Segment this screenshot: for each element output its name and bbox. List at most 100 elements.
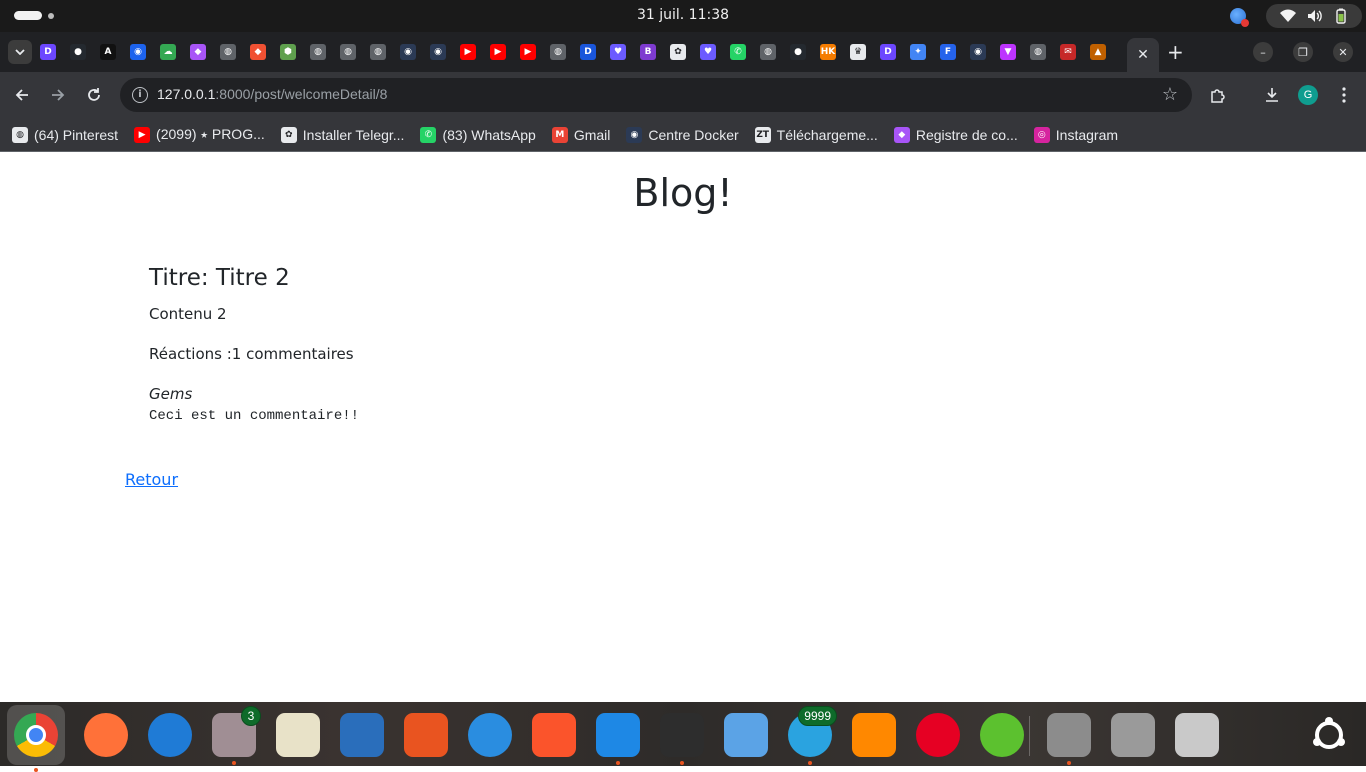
- youtube-icon[interactable]: ▶: [490, 44, 506, 60]
- bookmark-item[interactable]: ◉ Centre Docker: [626, 126, 739, 143]
- cloud-icon[interactable]: ☁: [160, 44, 176, 60]
- whatsapp-icon[interactable]: ✆: [730, 44, 746, 60]
- back-button[interactable]: [10, 83, 34, 107]
- youtube-icon[interactable]: ▶: [460, 44, 476, 60]
- arch-icon[interactable]: ▲: [1090, 44, 1106, 60]
- mail-icon[interactable]: ✉: [1060, 44, 1076, 60]
- clock[interactable]: 31 juil. 11:38: [637, 7, 729, 23]
- bookmark-item[interactable]: M Gmail: [551, 126, 610, 143]
- help-icon[interactable]: [467, 712, 513, 758]
- bookmark-item[interactable]: ▶ (2099) ⭑ PROG...: [134, 126, 265, 143]
- writer-icon[interactable]: [339, 712, 385, 758]
- brave-icon[interactable]: [531, 712, 577, 758]
- system-top-bar: 31 juil. 11:38: [0, 0, 1366, 32]
- url-text[interactable]: 127.0.0.1:8000/post/welcomeDetail/8: [157, 86, 387, 102]
- docker-icon[interactable]: ◉: [430, 44, 446, 60]
- node-icon[interactable]: ⬢: [280, 44, 296, 60]
- comment-author: Gems: [149, 385, 193, 403]
- download-icon[interactable]: [1260, 83, 1284, 107]
- docker-icon[interactable]: ◉: [400, 44, 416, 60]
- vlc-icon[interactable]: [851, 712, 897, 758]
- reload-button[interactable]: [82, 83, 106, 107]
- active-tab[interactable]: ✕: [1127, 38, 1159, 72]
- back-link[interactable]: Retour: [125, 470, 178, 489]
- globe-icon[interactable]: ◍: [760, 44, 776, 60]
- d-icon[interactable]: D: [880, 44, 896, 60]
- trash-icon[interactable]: [1174, 712, 1220, 758]
- comment-text: Ceci est un commentaire!!: [149, 408, 360, 424]
- minimize-button[interactable]: –: [1253, 42, 1273, 62]
- git-icon[interactable]: ◆: [250, 44, 266, 60]
- bookmark-item[interactable]: ◆ Registre de co...: [893, 126, 1018, 143]
- url-host: 127.0.0.1: [157, 86, 216, 102]
- globe-icon[interactable]: ◍: [340, 44, 356, 60]
- cube-icon[interactable]: ◆: [190, 44, 206, 60]
- thunderbird-icon[interactable]: [147, 712, 193, 758]
- cube-icon: ◆: [893, 126, 910, 143]
- globe-icon[interactable]: ◍: [550, 44, 566, 60]
- bookmark-star-icon[interactable]: ☆: [1162, 84, 1178, 105]
- address-bar[interactable]: i 127.0.0.1:8000/post/welcomeDetail/8 ☆: [120, 78, 1192, 112]
- crown-icon[interactable]: ♛: [850, 44, 866, 60]
- forward-button[interactable]: [46, 83, 70, 107]
- bookmark-item[interactable]: ◍ (64) Pinterest: [12, 126, 118, 143]
- openai-icon[interactable]: ✿: [670, 44, 686, 60]
- youtube-icon[interactable]: ▶: [520, 44, 536, 60]
- sparkle-icon[interactable]: ✦: [910, 44, 926, 60]
- d-icon[interactable]: D: [580, 44, 596, 60]
- code-icon[interactable]: A: [100, 44, 116, 60]
- app-center-icon[interactable]: [403, 712, 449, 758]
- running-indicator: [232, 761, 236, 765]
- globe-icon[interactable]: ◍: [1030, 44, 1046, 60]
- rhythmbox-icon[interactable]: [275, 712, 321, 758]
- tab-search-button[interactable]: [8, 40, 32, 64]
- hk-icon[interactable]: HK: [820, 44, 836, 60]
- bookmark-label: Installer Telegr...: [302, 126, 405, 143]
- menu-kebab-icon[interactable]: [1332, 83, 1356, 107]
- f-icon[interactable]: F: [940, 44, 956, 60]
- bookmark-item[interactable]: ZT Téléchargeme...: [754, 126, 878, 143]
- telegram-icon[interactable]: 9999: [787, 706, 837, 765]
- new-tab-button[interactable]: +: [1167, 42, 1184, 62]
- firefox-icon[interactable]: [83, 712, 129, 758]
- d-icon[interactable]: D: [40, 44, 56, 60]
- vite-icon[interactable]: ▼: [1000, 44, 1016, 60]
- globe-icon[interactable]: ◍: [310, 44, 326, 60]
- b-icon[interactable]: B: [640, 44, 656, 60]
- cloud-upload-icon[interactable]: [979, 712, 1025, 758]
- bookmark-item[interactable]: ✿ Installer Telegr...: [280, 126, 405, 143]
- bookmark-item[interactable]: ◎ Instagram: [1033, 126, 1118, 143]
- extensions-icon[interactable]: [1206, 83, 1230, 107]
- bookmark-item[interactable]: ✆ (83) WhatsApp: [420, 126, 536, 143]
- activities-button[interactable]: [14, 11, 54, 20]
- files-icon[interactable]: 3: [211, 706, 261, 765]
- text-editor-icon[interactable]: [723, 712, 769, 758]
- chevron-down-icon: [15, 49, 25, 55]
- maximize-button[interactable]: ❐: [1293, 42, 1313, 62]
- docker-icon[interactable]: ◉: [970, 44, 986, 60]
- heart-icon[interactable]: ♥: [700, 44, 716, 60]
- github-icon[interactable]: ●: [790, 44, 806, 60]
- chrome-icon[interactable]: [7, 705, 65, 772]
- pinterest-icon[interactable]: [915, 712, 961, 758]
- disk-icon[interactable]: [1110, 712, 1156, 758]
- settings-icon[interactable]: [1046, 712, 1092, 765]
- github-icon[interactable]: ●: [70, 44, 86, 60]
- heart-icon[interactable]: ♥: [610, 44, 626, 60]
- bookmark-label: (83) WhatsApp: [442, 126, 536, 143]
- notification-badge: 9999: [798, 706, 837, 726]
- tray-app-icon[interactable]: [1230, 8, 1249, 27]
- page-title: Blog!: [633, 171, 733, 215]
- whatsapp-icon: ✆: [420, 126, 437, 143]
- vscode-icon[interactable]: [595, 712, 641, 765]
- close-tab-icon[interactable]: ✕: [1137, 47, 1149, 63]
- ubuntu-logo-icon[interactable]: [1306, 712, 1352, 758]
- docker-icon[interactable]: ◉: [130, 44, 146, 60]
- system-menu[interactable]: [1266, 4, 1362, 28]
- site-info-icon[interactable]: i: [132, 87, 148, 103]
- globe-icon[interactable]: ◍: [370, 44, 386, 60]
- profile-avatar[interactable]: G: [1298, 85, 1318, 105]
- globe-icon[interactable]: ◍: [220, 44, 236, 60]
- close-window-button[interactable]: ✕: [1333, 42, 1353, 62]
- terminal-icon[interactable]: [659, 712, 705, 765]
